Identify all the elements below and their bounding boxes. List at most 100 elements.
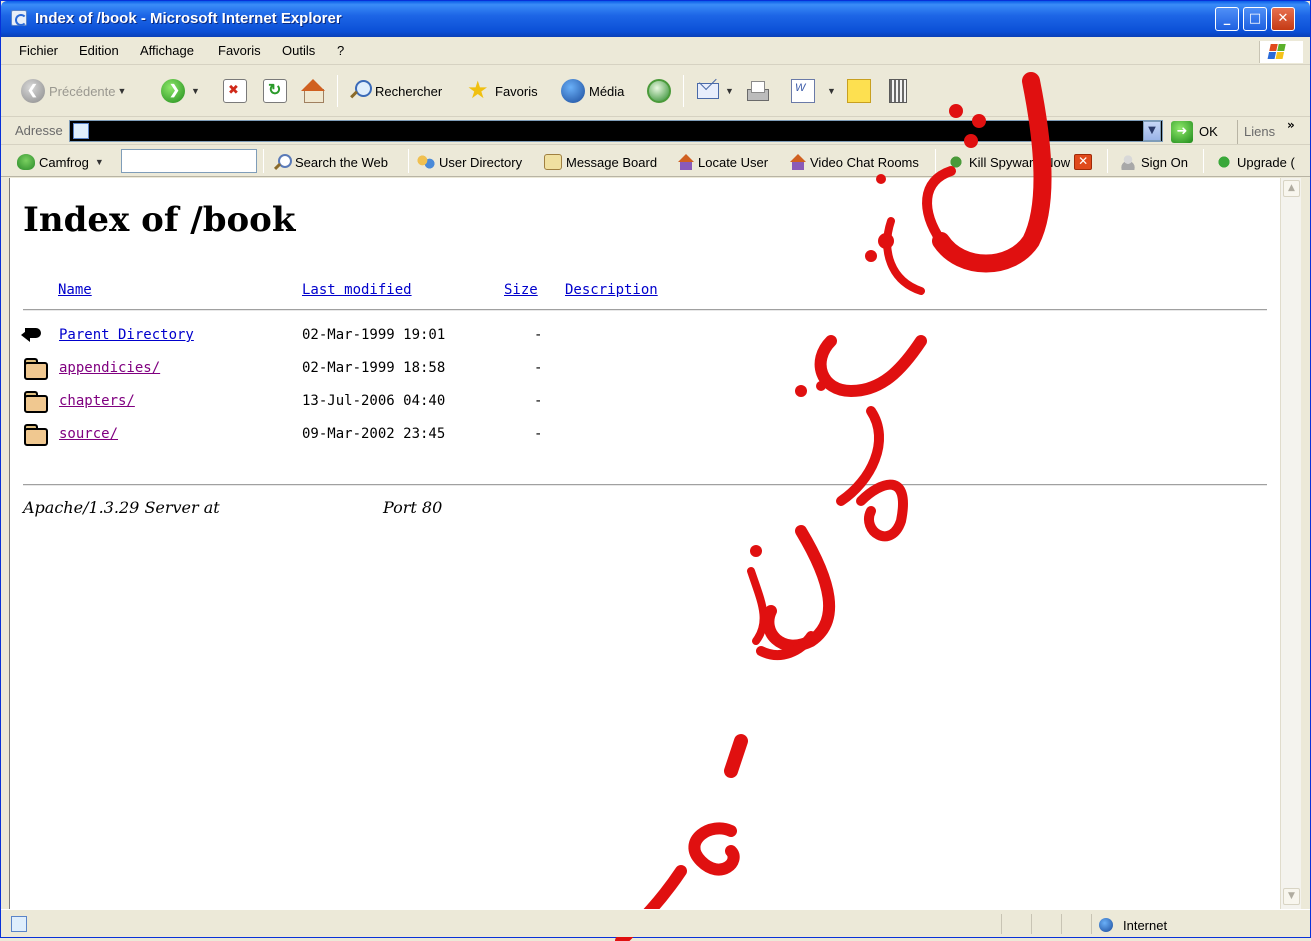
folder-icon[interactable] [23, 355, 51, 381]
video-chat-button[interactable]: Video Chat Rooms [788, 154, 919, 170]
row-date: 02-Mar-1999 18:58 [302, 360, 446, 376]
menu-bar: Fichier Edition Affichage Favoris Outils… [1, 37, 1310, 65]
favorites-button[interactable]: ★ Favoris [467, 77, 538, 105]
column-name-link[interactable]: Name [58, 282, 92, 298]
appendicies-link[interactable]: appendicies/ [59, 360, 160, 376]
folder-icon[interactable] [23, 388, 51, 414]
chapters-link[interactable]: chapters/ [59, 393, 135, 409]
table-row: chapters/ 13-Jul-2006 04:40 - [23, 388, 823, 414]
column-description-link[interactable]: Description [565, 282, 658, 298]
locate-user-icon [676, 154, 694, 170]
kill-spyware-label: Kill Spyware Now [969, 154, 1071, 170]
title-bar[interactable]: Index of /book - Microsoft Internet Expl… [1, 1, 1310, 37]
menu-favoris[interactable]: Favoris [218, 43, 261, 58]
scroll-up-icon[interactable]: ▲ [1283, 180, 1300, 197]
mail-dropdown-icon[interactable]: ▼ [725, 86, 734, 96]
favorites-label: Favoris [495, 83, 538, 99]
page-content[interactable]: Index of /book Name Last modified Size D… [9, 178, 1280, 909]
menu-edition[interactable]: Edition [79, 43, 119, 58]
menu-affichage[interactable]: Affichage [140, 43, 194, 58]
menu-help[interactable]: ? [337, 43, 344, 58]
back-button[interactable]: Précédente ▼ [21, 77, 128, 105]
status-separator [1001, 914, 1002, 934]
sign-on-label: Sign On [1141, 154, 1188, 170]
links-separator [263, 149, 264, 173]
address-dropdown-icon[interactable]: ▼ [1143, 121, 1161, 141]
sign-on-icon [1119, 154, 1137, 170]
search-button[interactable]: Rechercher [347, 77, 442, 105]
row-date: 13-Jul-2006 04:40 [302, 393, 446, 409]
camfrog-button[interactable]: Camfrog ▼ [17, 154, 106, 170]
parent-directory-link[interactable]: Parent Directory [59, 327, 194, 343]
camfrog-search-input[interactable] [121, 149, 257, 173]
edit-dropdown-icon[interactable]: ▼ [827, 86, 836, 96]
mail-button[interactable]: ▼ [695, 77, 736, 105]
footer-divider [23, 484, 1267, 486]
user-directory-label: User Directory [439, 154, 523, 170]
history-button[interactable] [647, 77, 675, 105]
print-button[interactable] [745, 77, 773, 105]
go-label[interactable]: OK [1199, 124, 1218, 139]
home-icon [301, 79, 325, 103]
go-button[interactable]: ➜ [1171, 121, 1193, 143]
links-label[interactable]: Liens [1244, 124, 1275, 139]
star-icon: ★ [467, 77, 489, 104]
header-divider [23, 309, 1267, 311]
chevron-icon[interactable]: » [1287, 118, 1295, 132]
media-label: Média [589, 83, 625, 99]
menu-outils[interactable]: Outils [282, 43, 315, 58]
search-web-button[interactable]: Search the Web [273, 154, 388, 170]
media-button[interactable]: Média [561, 77, 624, 105]
upgrade-icon [1215, 154, 1233, 170]
kill-spyware-button[interactable]: Kill Spyware Now [947, 154, 1093, 170]
message-board-button[interactable]: Message Board [544, 154, 657, 170]
forward-button[interactable]: ▼ [161, 77, 202, 105]
address-input[interactable] [69, 120, 1163, 142]
mail-icon [695, 79, 719, 103]
back-arrow-icon[interactable] [23, 322, 51, 348]
ie-page-icon [11, 10, 27, 26]
security-zone-label: Internet [1123, 918, 1168, 933]
links-separator [1203, 149, 1204, 173]
standard-toolbar: Précédente ▼ ▼ Rechercher ★ Favoris Médi… [1, 65, 1310, 117]
refresh-button[interactable] [263, 77, 291, 105]
back-dropdown-icon[interactable]: ▼ [118, 86, 127, 96]
back-arrow-icon [21, 79, 45, 103]
close-spyware-icon[interactable] [1074, 154, 1093, 170]
sign-on-button[interactable]: Sign On [1119, 154, 1188, 170]
notes-button[interactable] [847, 77, 875, 105]
stop-button[interactable] [223, 77, 251, 105]
row-date: 09-Mar-2002 23:45 [302, 426, 446, 442]
printer-icon [745, 79, 769, 103]
menu-fichier[interactable]: Fichier [19, 43, 58, 58]
column-size-link[interactable]: Size [504, 282, 538, 298]
scroll-down-icon[interactable]: ▼ [1283, 888, 1300, 905]
edit-button[interactable]: ▼ [791, 77, 838, 105]
folder-icon[interactable] [23, 421, 51, 447]
upgrade-label: Upgrade ( [1237, 154, 1295, 170]
ie-window: Index of /book - Microsoft Internet Expl… [0, 0, 1311, 941]
camfrog-dropdown-icon[interactable]: ▼ [95, 157, 104, 167]
liens-separator [1237, 120, 1238, 144]
table-row: appendicies/ 02-Mar-1999 18:58 - [23, 355, 823, 381]
minimize-button[interactable]: _ [1215, 7, 1239, 31]
home-button[interactable] [301, 77, 329, 105]
source-link[interactable]: source/ [59, 426, 118, 442]
column-last-modified-link[interactable]: Last modified [302, 282, 412, 298]
forward-dropdown-icon[interactable]: ▼ [191, 86, 200, 96]
links-separator [935, 149, 936, 173]
status-separator [1091, 914, 1092, 934]
search-label: Rechercher [375, 83, 443, 99]
maximize-button[interactable]: □ [1243, 7, 1267, 31]
upgrade-button[interactable]: Upgrade ( [1215, 154, 1295, 170]
locate-user-button[interactable]: Locate User [676, 154, 768, 170]
messenger-button[interactable] [885, 77, 913, 105]
user-directory-button[interactable]: User Directory [417, 154, 522, 170]
row-size: - [534, 327, 543, 343]
messenger-icon [885, 79, 909, 103]
users-icon [417, 154, 435, 170]
page-status-icon [11, 916, 27, 932]
windows-logo-icon [1259, 41, 1303, 63]
close-button[interactable]: ✕ [1271, 7, 1295, 31]
vertical-scrollbar[interactable]: ▲ ▼ [1280, 178, 1301, 909]
